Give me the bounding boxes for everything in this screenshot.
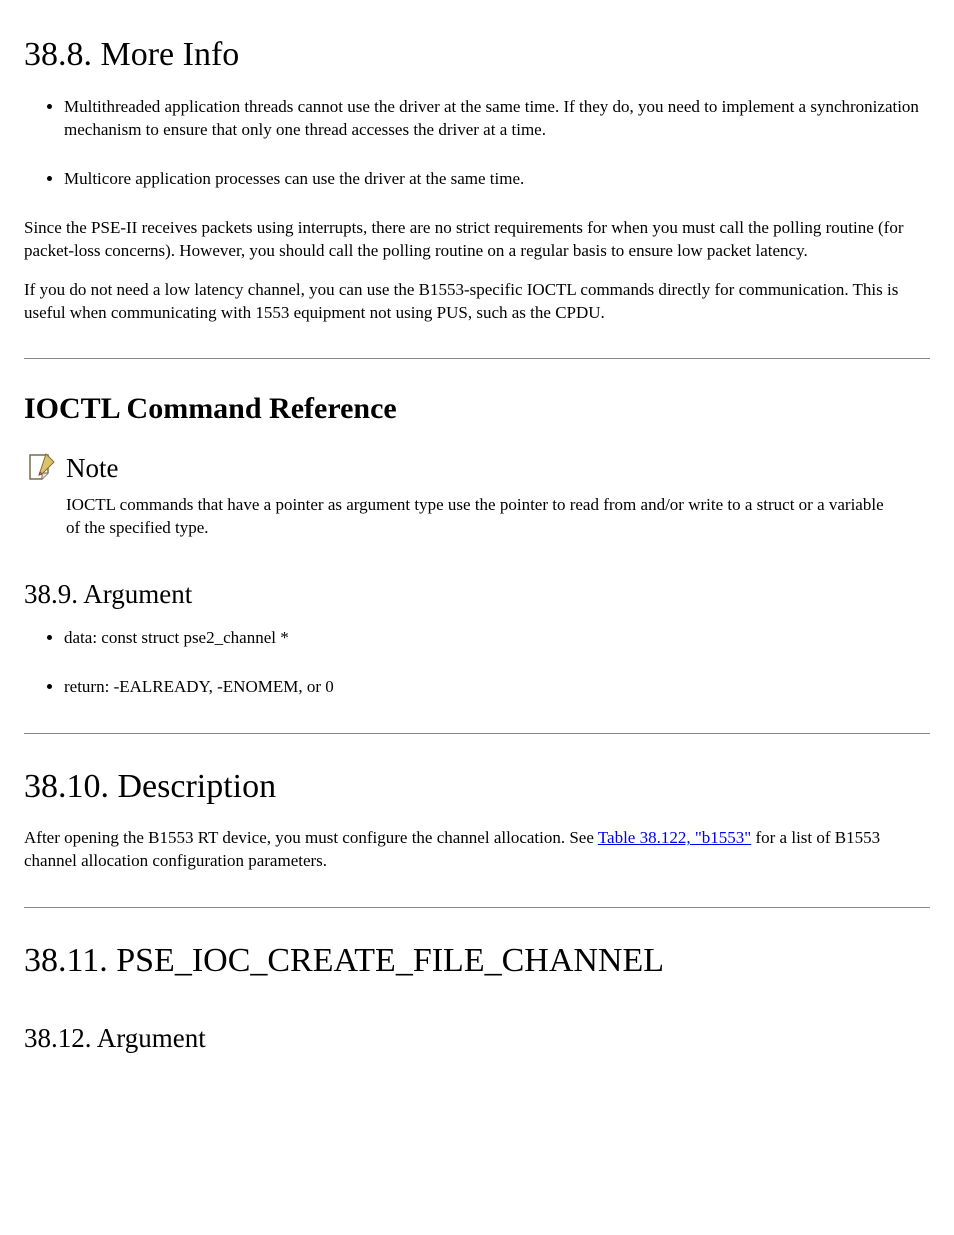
paragraph-description: After opening the B1553 RT device, you m… (24, 827, 930, 873)
heading-ioctl-command-reference: IOCTL Command Reference (24, 389, 930, 430)
heading-more-info: 38.8. More Info (24, 32, 930, 78)
note-block: Note IOCTL commands that have a pointer … (24, 450, 930, 540)
list-argument: data: const struct pse2_channel * return… (24, 627, 930, 699)
divider (24, 358, 930, 359)
heading-description: 38.10. Description (24, 764, 930, 810)
paragraph-polling: Since the PSE-II receives packets using … (24, 217, 912, 263)
divider (24, 907, 930, 908)
paragraph-low-latency: If you do not need a low latency channel… (24, 279, 930, 325)
list-item: return: -EALREADY, -ENOMEM, or 0 (64, 676, 930, 699)
text-before-link: After opening the B1553 RT device, you m… (24, 828, 598, 847)
note-label: Note (66, 450, 930, 486)
divider (24, 733, 930, 734)
note-body: Note IOCTL commands that have a pointer … (66, 450, 930, 540)
section-pse-ioc-create-file-channel: 38.11. PSE_IOC_CREATE_FILE_CHANNEL 38.12… (24, 938, 930, 1056)
list-item: Multicore application processes can use … (64, 168, 930, 191)
link-table-b1553[interactable]: Table 38.122, "b1553" (598, 828, 751, 847)
list-item: Multithreaded application threads cannot… (64, 96, 930, 142)
section-more-info: 38.8. More Info Multithreaded applicatio… (24, 32, 930, 324)
note-icon (24, 450, 56, 482)
list-item: data: const struct pse2_channel * (64, 627, 930, 650)
heading-pse-ioc-create-file-channel: 38.11. PSE_IOC_CREATE_FILE_CHANNEL (24, 938, 930, 984)
heading-argument-2: 38.12. Argument (24, 1020, 930, 1056)
section-ioctl-command-reference: IOCTL Command Reference Note IOCTL comma… (24, 389, 930, 698)
note-text: IOCTL commands that have a pointer as ar… (66, 494, 886, 540)
heading-argument: 38.9. Argument (24, 576, 930, 612)
section-description: 38.10. Description After opening the B15… (24, 764, 930, 874)
list-more-info: Multithreaded application threads cannot… (24, 96, 930, 191)
